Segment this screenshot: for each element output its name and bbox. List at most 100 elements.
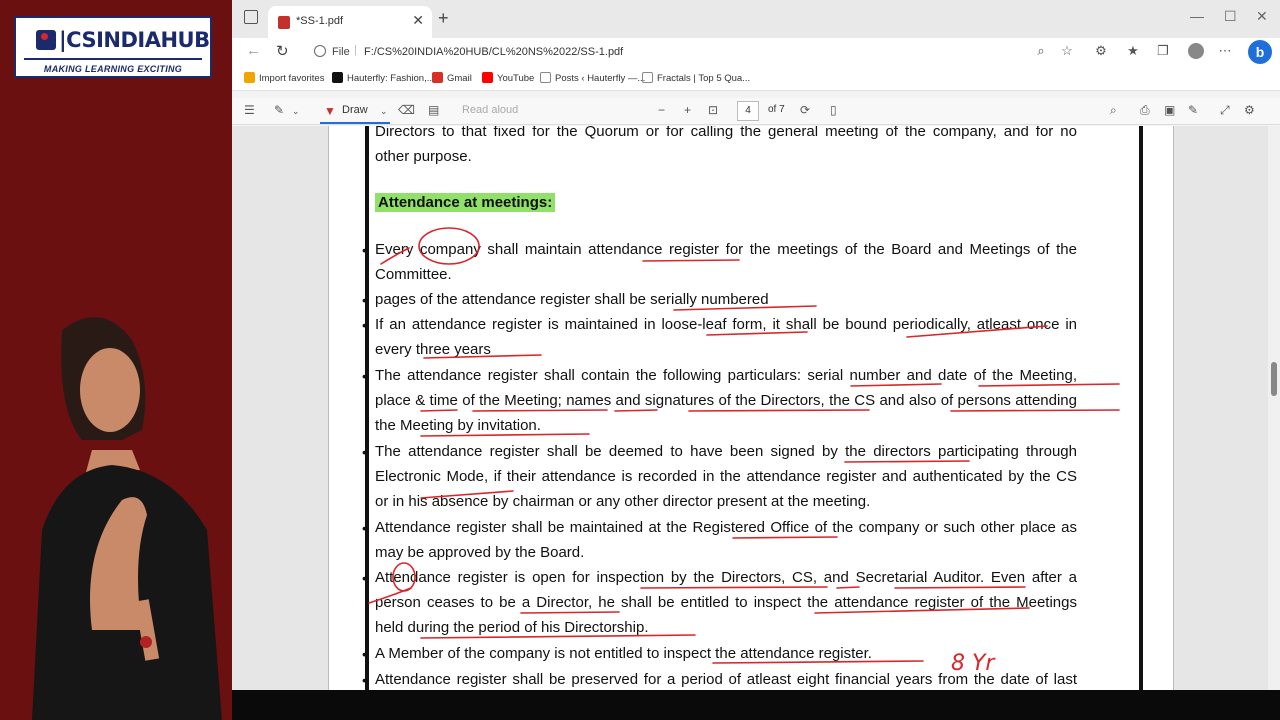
favorite-item-import[interactable]: Import favorites: [244, 72, 324, 84]
bullet-line: Electronic Mode, if their attendance is …: [375, 468, 1077, 485]
info-icon[interactable]: [314, 45, 326, 57]
favorite-label: Fractals | Top 5 Qua...: [657, 73, 751, 84]
zoom-in-button[interactable]: +: [684, 103, 691, 117]
favorite-item-gmail[interactable]: Gmail: [432, 72, 472, 84]
gmail-icon: [432, 72, 443, 83]
bullet-marker: •: [362, 292, 367, 308]
bullet-line: held during the period of his Directorsh…: [375, 619, 649, 636]
logo-brand: |CSINDIAHUB: [36, 28, 210, 52]
logo-tagline: MAKING LEARNING EXCITING: [43, 64, 183, 74]
youtube-icon: [482, 72, 493, 83]
bullet-line: Attendance register shall be preserved f…: [375, 671, 1077, 688]
refresh-icon[interactable]: ↻: [276, 42, 289, 60]
runner-icon: [36, 30, 56, 50]
rotate-icon[interactable]: ⟳: [800, 103, 810, 117]
bullet-line: the Meeting by invitation.: [375, 417, 541, 434]
tab-close-icon[interactable]: ✕: [412, 12, 424, 29]
vertical-scrollbar[interactable]: [1268, 126, 1280, 690]
favorite-label: Hauterfly: Fashion,...: [347, 73, 435, 84]
eraser-icon[interactable]: ⌫: [398, 103, 415, 117]
favorite-item-fractals[interactable]: Fractals | Top 5 Qua...: [642, 72, 750, 84]
text-icon[interactable]: ▤: [428, 103, 439, 117]
more-menu-icon[interactable]: ⋯: [1218, 44, 1232, 58]
maximize-button[interactable]: ☐: [1224, 8, 1237, 25]
bullet-line: every three years: [375, 341, 491, 358]
favorite-item-youtube[interactable]: YouTube: [482, 72, 534, 84]
profile-avatar[interactable]: [1188, 43, 1204, 59]
zoom-out-button[interactable]: −: [658, 103, 665, 117]
address-bar-row: ← ↻ File | F:/CS%20INDIA%20HUB/CL%20NS%2…: [232, 38, 1280, 66]
bullet-line: place & time of the Meeting; names and s…: [375, 392, 1077, 409]
bullet-marker: •: [362, 570, 367, 586]
pdf-file-icon: [278, 16, 290, 29]
logo-brand-text: CSINDIAHUB: [66, 28, 210, 52]
print-icon[interactable]: ⎙: [1140, 103, 1150, 118]
url-separator: |: [354, 44, 357, 56]
minimize-button[interactable]: —: [1190, 8, 1204, 24]
save-icon[interactable]: ▣: [1164, 103, 1175, 117]
favorite-item-hauterfly[interactable]: Hauterfly: Fashion,...: [332, 72, 435, 84]
h-logo-icon: [332, 72, 343, 83]
close-window-button[interactable]: ✕: [1256, 8, 1268, 25]
save-as-icon[interactable]: ✎: [1188, 103, 1198, 117]
fit-page-icon[interactable]: ⊡: [708, 103, 718, 117]
tab-title: *SS-1.pdf: [296, 15, 344, 27]
bullet-line: Attendance register is open for inspecti…: [375, 569, 1077, 586]
favorites-icon[interactable]: ★: [1126, 44, 1140, 58]
logo-rule: [24, 58, 202, 60]
favorite-item-posts[interactable]: Posts ‹ Hauterfly —...: [540, 72, 645, 84]
bullet-marker: •: [362, 520, 367, 536]
section-heading: Attendance at meetings:: [375, 193, 556, 212]
favorite-label: YouTube: [497, 73, 535, 84]
search-icon[interactable]: ⌕: [1110, 103, 1117, 118]
highlight-icon[interactable]: ✎: [274, 103, 284, 117]
page-total: of 7: [768, 104, 785, 115]
bullet-line: Committee.: [375, 266, 452, 283]
bullet-line: The attendance register shall be deemed …: [375, 443, 1077, 460]
presenter-figure: [32, 317, 222, 720]
browser-window: *SS-1.pdf ✕ + — ☐ ✕ ← ↻ File | F:/CS%20I…: [232, 0, 1280, 690]
chevron-down-icon[interactable]: ⌄: [380, 106, 388, 117]
bullet-marker: •: [362, 672, 367, 688]
bing-copilot-button[interactable]: b: [1248, 40, 1272, 64]
read-aloud-button[interactable]: Read aloud: [462, 104, 518, 116]
pdf-toolbar: ☰ ✎ ⌄ ▼ Draw ⌄ ⌫ ▤ Read aloud − + ⊡ 4 of…: [232, 98, 1280, 125]
favorite-label: Posts ‹ Hauterfly —...: [555, 73, 646, 84]
tab-pdf[interactable]: *SS-1.pdf ✕: [268, 6, 432, 38]
taskbar: [232, 690, 1280, 720]
zoom-icon[interactable]: ⌕: [1034, 44, 1048, 58]
page-icon: [540, 72, 551, 83]
contents-list-icon[interactable]: ☰: [244, 103, 255, 117]
bullet-marker: •: [362, 646, 367, 662]
tab-actions-icon[interactable]: [244, 10, 258, 24]
pdf-viewer: Directors to that fixed for the Quorum o…: [232, 126, 1280, 690]
logo: |CSINDIAHUB MAKING LEARNING EXCITING: [14, 16, 212, 78]
page-view-icon[interactable]: ▯: [830, 103, 837, 117]
bullet-line: or in his absence by chairman or any oth…: [375, 493, 871, 510]
favorite-label: Import favorites: [259, 73, 325, 84]
bullet-line: If an attendance register is maintained …: [375, 316, 1077, 333]
new-tab-button[interactable]: +: [438, 8, 449, 29]
scrollbar-thumb[interactable]: [1271, 362, 1277, 396]
fullscreen-icon[interactable]: ⤢: [1220, 103, 1230, 118]
pen-icon: ▼: [324, 104, 336, 118]
url-scheme-label: File: [332, 46, 350, 58]
favorites-bar: Import favorites Hauterfly: Fashion,... …: [232, 66, 1280, 91]
bullet-line: A Member of the company is not entitled …: [375, 645, 872, 662]
bullet-line: The attendance register shall contain th…: [375, 367, 1077, 384]
url-field[interactable]: File | F:/CS%20INDIA%20HUB/CL%20NS%2022/…: [302, 41, 1072, 63]
page-number-input[interactable]: 4: [737, 101, 759, 121]
favorite-label: Gmail: [447, 73, 472, 84]
settings-gear-icon[interactable]: ⚙: [1244, 103, 1255, 117]
tab-strip: *SS-1.pdf ✕ + — ☐ ✕: [232, 0, 1280, 38]
extensions-icon[interactable]: ⚙: [1094, 44, 1108, 58]
bullet-marker: •: [362, 368, 367, 384]
back-arrow-icon[interactable]: ←: [246, 42, 261, 59]
chevron-down-icon[interactable]: ⌄: [292, 106, 300, 117]
bullet-marker: •: [362, 317, 367, 333]
favorite-star-icon[interactable]: ☆: [1060, 44, 1074, 58]
collections-icon[interactable]: ❐: [1156, 44, 1170, 58]
folder-icon: [244, 72, 255, 83]
bullet-line: pages of the attendance register shall b…: [375, 291, 769, 308]
bullet-line: may be approved by the Board.: [375, 544, 585, 561]
